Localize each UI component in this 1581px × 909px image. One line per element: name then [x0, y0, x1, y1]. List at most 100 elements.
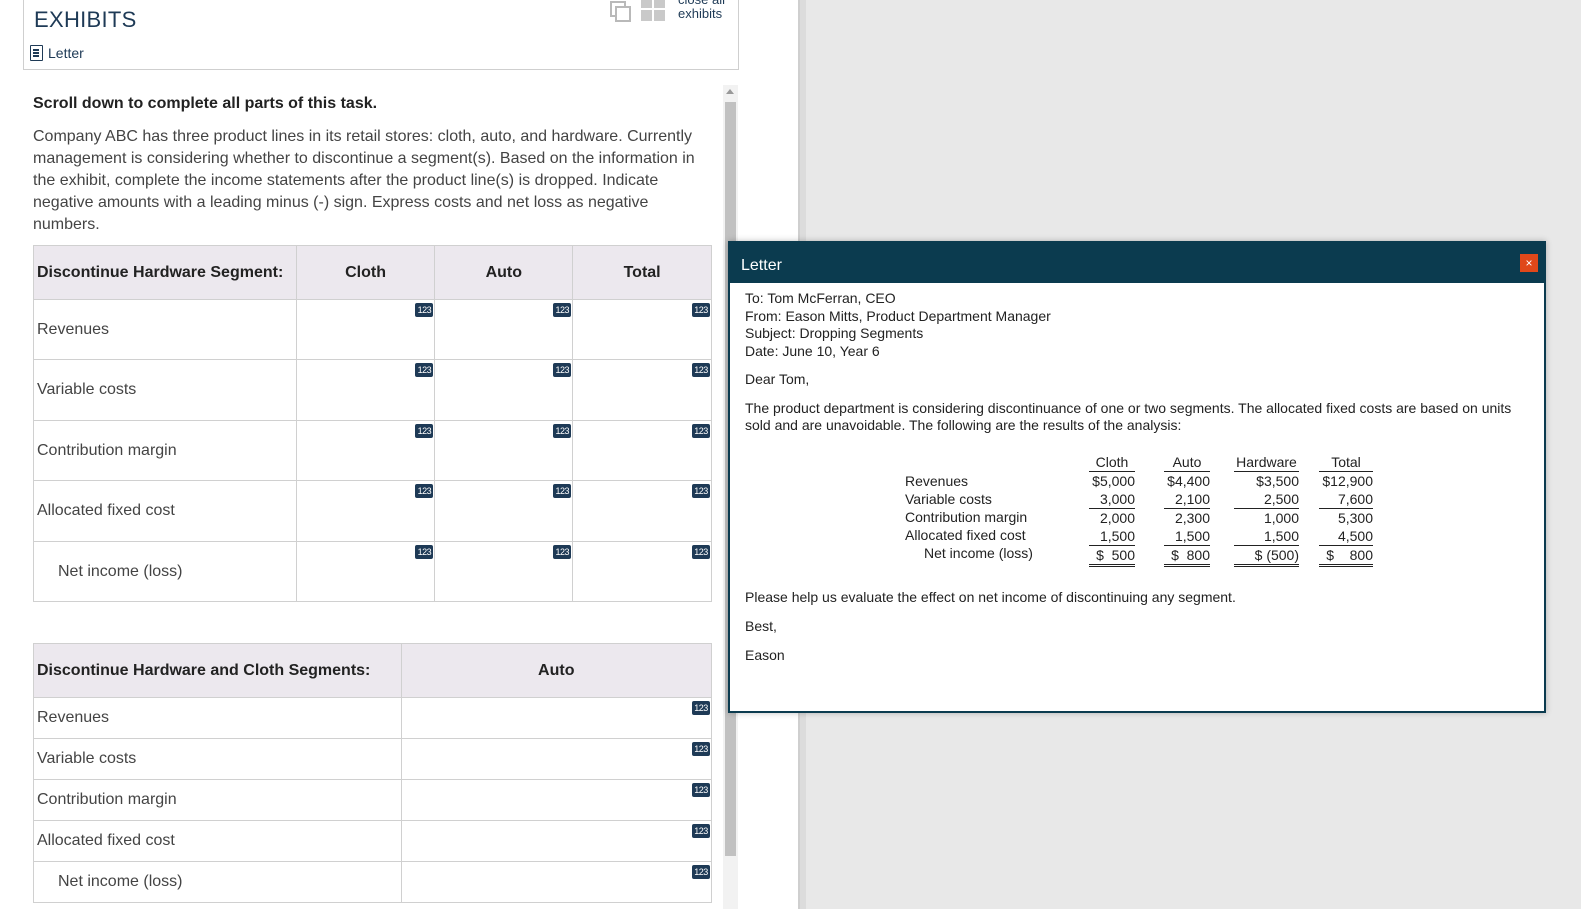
- fin-value: 1,000: [1263, 510, 1299, 526]
- close-icon[interactable]: ×: [1520, 254, 1538, 272]
- numeric-input-icon: 123: [415, 424, 434, 438]
- letter-exhibit-window[interactable]: Letter × To: Tom McFerran, CEO From: Eas…: [728, 241, 1546, 713]
- fin-value: 7,600: [1319, 490, 1373, 509]
- numeric-input-icon: 123: [553, 303, 572, 317]
- letter-closing-text: Please help us evaluate the effect on ne…: [745, 589, 1236, 605]
- row-label: Net income (loss): [33, 541, 297, 602]
- fin-row-label: Allocated fixed cost: [905, 527, 1026, 543]
- letter-window-titlebar[interactable]: Letter ×: [730, 243, 1544, 283]
- fin-value: 5,300: [1337, 510, 1373, 526]
- table-row: Net income (loss) 123 123 123: [33, 541, 712, 602]
- row-label: Allocated fixed cost: [33, 820, 402, 862]
- amount-input[interactable]: 123: [572, 299, 712, 360]
- letter-date: Date: June 10, Year 6: [745, 342, 880, 359]
- amount-input[interactable]: 123: [295, 480, 436, 542]
- tile-windows-icon[interactable]: [641, 0, 665, 21]
- fin-value: $5,000: [1092, 473, 1135, 489]
- amount-input[interactable]: 123: [572, 359, 712, 421]
- fin-value: $ (500): [1234, 546, 1299, 567]
- row-label: Revenues: [33, 697, 402, 739]
- letter-from: From: Eason Mitts, Product Department Ma…: [745, 307, 1051, 324]
- discontinue-hardware-cloth-table: Discontinue Hardware and Cloth Segments:…: [33, 643, 712, 903]
- exhibit-letter-link[interactable]: Letter: [30, 45, 84, 61]
- table-row: Allocated fixed cost 123 123 123: [33, 480, 712, 542]
- numeric-input-icon: 123: [692, 545, 710, 559]
- amount-input[interactable]: 123: [400, 861, 712, 903]
- fin-value: 2,300: [1174, 510, 1210, 526]
- fin-row-label: Contribution margin: [905, 509, 1028, 525]
- fin-value: 2,500: [1234, 490, 1299, 509]
- table-row: Allocated fixed cost 123: [33, 820, 712, 862]
- exhibits-title: EXHIBITS: [34, 7, 137, 32]
- letter-body: To: Tom McFerran, CEO From: Eason Mitts,…: [745, 290, 1535, 435]
- fin-column-header: Hardware: [1234, 453, 1299, 472]
- close-all-exhibits-link[interactable]: close all exhibits: [678, 0, 730, 21]
- amount-input[interactable]: 123: [400, 779, 712, 821]
- fin-column-header: Cloth: [1089, 453, 1135, 472]
- table-row: Contribution margin 123 123 123: [33, 420, 712, 481]
- amount-input[interactable]: 123: [434, 420, 574, 481]
- numeric-input-icon: 123: [692, 865, 710, 879]
- row-label: Revenues: [33, 299, 297, 360]
- numeric-input-icon: 123: [415, 484, 434, 498]
- numeric-input-icon: 123: [692, 742, 710, 756]
- exhibit-letter-label: Letter: [48, 45, 84, 61]
- amount-input[interactable]: 123: [572, 420, 712, 481]
- amount-input[interactable]: 123: [295, 541, 436, 602]
- numeric-input-icon: 123: [553, 545, 572, 559]
- table-header: Total: [572, 245, 712, 300]
- letter-greeting: Dear Tom,: [745, 371, 810, 387]
- table-header: Auto: [400, 643, 712, 698]
- amount-input[interactable]: 123: [434, 299, 574, 360]
- fin-value: 3,000: [1089, 490, 1135, 509]
- row-label: Allocated fixed cost: [33, 480, 297, 542]
- table-row: Contribution margin 123: [33, 779, 712, 821]
- fin-value: 2,000: [1099, 510, 1135, 526]
- fin-row-label: Revenues: [905, 473, 969, 489]
- fin-column-auto: Auto $4,400 2,100 2,300 1,500 $ 800: [1164, 453, 1210, 567]
- fin-value: 2,100: [1164, 490, 1210, 509]
- amount-input[interactable]: 123: [434, 480, 574, 542]
- amount-input[interactable]: 123: [572, 541, 712, 602]
- amount-input[interactable]: 123: [572, 480, 712, 542]
- table-row: Net income (loss) 123: [33, 861, 712, 903]
- row-label: Variable costs: [33, 359, 297, 421]
- amount-input[interactable]: 123: [400, 738, 712, 780]
- cascade-windows-icon[interactable]: [610, 1, 632, 23]
- segment-results-labels: Revenues Variable costs Contribution mar…: [905, 472, 1033, 562]
- table-row: Variable costs 123: [33, 738, 712, 780]
- scroll-up-arrow-icon[interactable]: [726, 89, 734, 94]
- fin-value: 1,500: [1089, 527, 1135, 546]
- numeric-input-icon: 123: [692, 783, 710, 797]
- numeric-input-icon: 123: [415, 545, 434, 559]
- letter-to: To: Tom McFerran, CEO: [745, 290, 896, 306]
- fin-value: $ 500: [1089, 546, 1135, 567]
- amount-input[interactable]: 123: [434, 541, 574, 602]
- numeric-input-icon: 123: [692, 824, 710, 838]
- fin-column-header: Auto: [1164, 453, 1210, 472]
- table-row: Revenues 123: [33, 697, 712, 739]
- numeric-input-icon: 123: [553, 363, 572, 377]
- numeric-input-icon: 123: [692, 701, 710, 715]
- fin-value: $12,900: [1322, 473, 1373, 489]
- numeric-input-icon: 123: [692, 424, 710, 438]
- fin-value: 1,500: [1234, 527, 1299, 546]
- table-header: Discontinue Hardware and Cloth Segments:: [33, 643, 402, 698]
- amount-input[interactable]: 123: [295, 420, 436, 481]
- amount-input[interactable]: 123: [295, 359, 436, 421]
- numeric-input-icon: 123: [415, 363, 434, 377]
- exhibits-panel: EXHIBITS Letter close all exhibits: [23, 0, 739, 70]
- row-label: Contribution margin: [33, 779, 402, 821]
- table-header: Discontinue Hardware Segment:: [33, 245, 297, 300]
- letter-signature: Eason: [745, 647, 785, 663]
- amount-input[interactable]: 123: [434, 359, 574, 421]
- letter-closing: Please help us evaluate the effect on ne…: [745, 583, 1236, 670]
- discontinue-hardware-table: Discontinue Hardware Segment: Cloth Auto…: [33, 245, 712, 602]
- fin-value: 1,500: [1164, 527, 1210, 546]
- fin-row-label: Net income (loss): [924, 545, 1033, 561]
- amount-input[interactable]: 123: [400, 697, 712, 739]
- table-header: Cloth: [295, 245, 436, 300]
- amount-input[interactable]: 123: [295, 299, 436, 360]
- fin-column-header: Total: [1319, 453, 1373, 472]
- amount-input[interactable]: 123: [400, 820, 712, 862]
